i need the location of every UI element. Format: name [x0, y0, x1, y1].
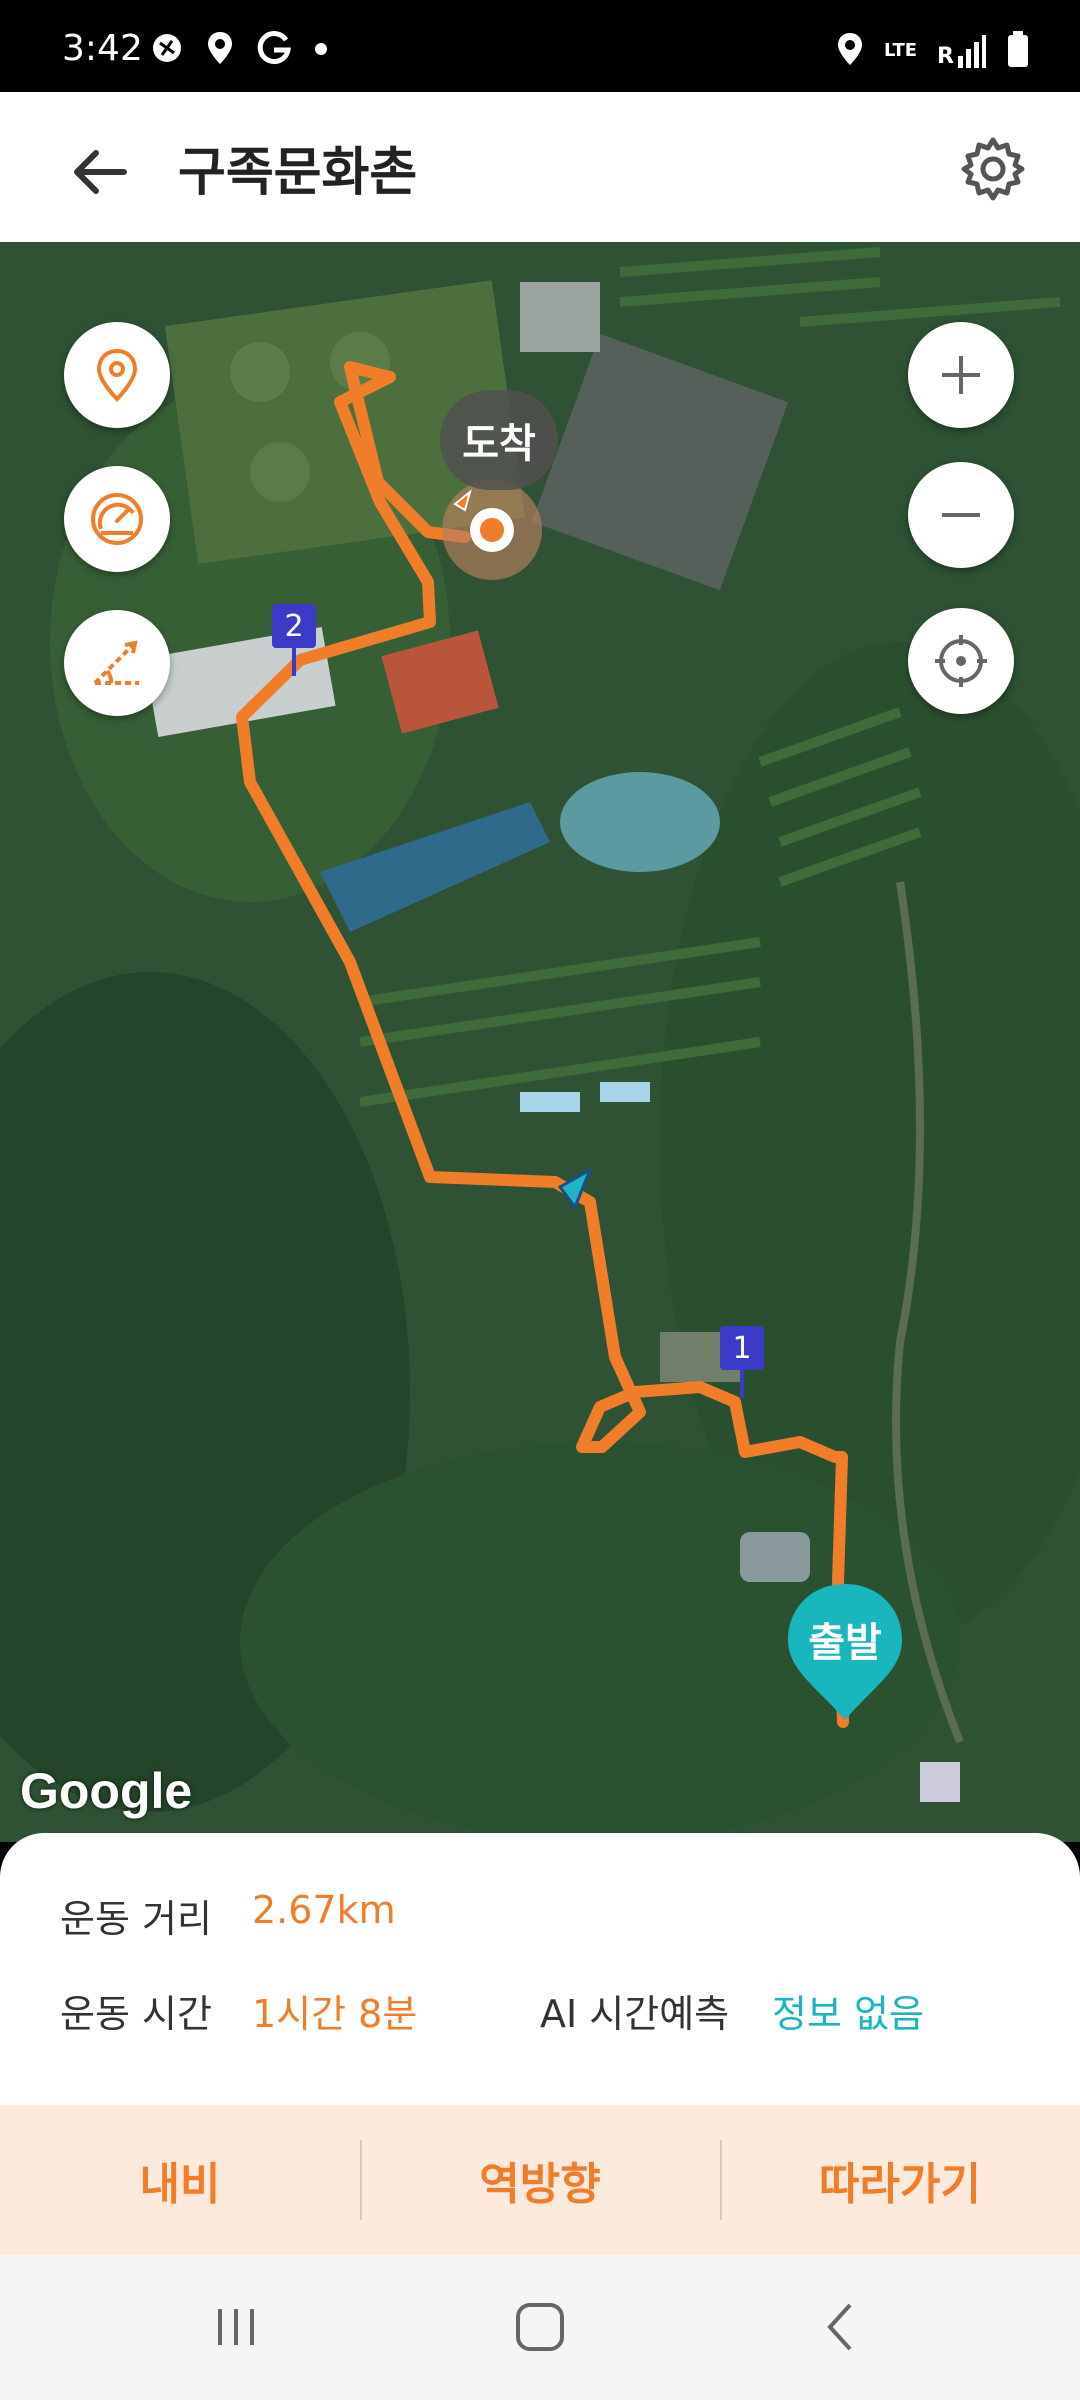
divider — [720, 2140, 722, 2220]
distance-label: 운동 거리 — [60, 1897, 212, 1941]
zoom-out-button[interactable] — [908, 462, 1014, 568]
slope-icon — [93, 640, 139, 685]
dot-icon — [314, 41, 328, 60]
map-view[interactable]: 2 1 도착 출발 Google — [0, 242, 1080, 1842]
arrow-left-icon — [74, 150, 127, 194]
recent-apps-icon — [218, 2309, 254, 2345]
speed-button[interactable] — [64, 466, 170, 572]
stats-panel: 운동 거리 2.67km 운동 시간 1시간 8분 AI 시간예측 정보 없음 — [0, 1833, 1080, 2105]
page-title: 구족문화촌 — [178, 143, 418, 203]
home-button[interactable] — [510, 2297, 570, 2357]
divider — [360, 2140, 362, 2220]
action-bar: 내비 역방향 따라가기 — [0, 2105, 1080, 2255]
departure-label: 출발 — [808, 1620, 882, 1666]
google-attribution: Google — [20, 1763, 193, 1819]
navigate-button[interactable]: 내비 — [0, 2105, 360, 2255]
location-icon — [206, 30, 234, 70]
g-icon — [256, 30, 292, 70]
speedometer-icon — [91, 493, 143, 545]
waypoint-marker-2[interactable]: 2 — [272, 604, 316, 676]
arrival-marker[interactable]: 도착 — [440, 390, 558, 490]
follow-button[interactable]: 따라가기 — [720, 2105, 1080, 2255]
location-pin-icon — [96, 348, 138, 402]
location-icon — [836, 31, 864, 71]
back-button[interactable] — [66, 137, 136, 207]
settings-button[interactable] — [958, 134, 1028, 204]
arrival-label: 도착 — [462, 421, 536, 467]
waypoint-label: 2 — [272, 604, 316, 648]
ai-prediction-label: AI 시간예측 — [540, 1992, 730, 2036]
waypoint-label: 1 — [720, 1326, 764, 1370]
gear-icon — [961, 137, 1025, 201]
time-value: 1시간 8분 — [252, 1992, 418, 2036]
zoom-in-icon — [942, 356, 980, 394]
app-header: 구족문화촌 — [0, 92, 1080, 242]
recent-apps-button[interactable] — [206, 2297, 266, 2357]
zoom-in-button[interactable] — [908, 322, 1014, 428]
home-icon — [516, 2303, 564, 2351]
back-chevron-icon — [827, 2303, 852, 2351]
status-bar: 3:42 LTE R — [0, 0, 1080, 92]
reverse-button[interactable]: 역방향 — [360, 2105, 720, 2255]
my-location-button[interactable] — [908, 608, 1014, 714]
signal-icon: R — [937, 34, 986, 68]
ai-prediction-value: 정보 없음 — [772, 1992, 924, 2036]
distance-value: 2.67km — [252, 1888, 396, 1932]
departure-marker[interactable]: 출발 — [786, 1582, 904, 1732]
soccer-ball-icon — [150, 31, 184, 69]
slope-button[interactable] — [64, 610, 170, 716]
network-indicator: LTE — [883, 40, 918, 61]
crosshair-icon — [935, 635, 987, 687]
back-nav-button[interactable] — [812, 2297, 872, 2357]
navigate-label: 내비 — [139, 2159, 221, 2210]
follow-label: 따라가기 — [819, 2159, 981, 2210]
status-time: 3:42 — [62, 28, 143, 69]
waypoint-marker-1[interactable]: 1 — [720, 1326, 764, 1398]
battery-icon — [1006, 30, 1030, 72]
reverse-label: 역방향 — [479, 2159, 601, 2210]
system-nav-bar — [0, 2255, 1080, 2400]
zoom-out-icon — [942, 513, 980, 517]
time-label: 운동 시간 — [60, 1992, 212, 2036]
location-pin-button[interactable] — [64, 322, 170, 428]
